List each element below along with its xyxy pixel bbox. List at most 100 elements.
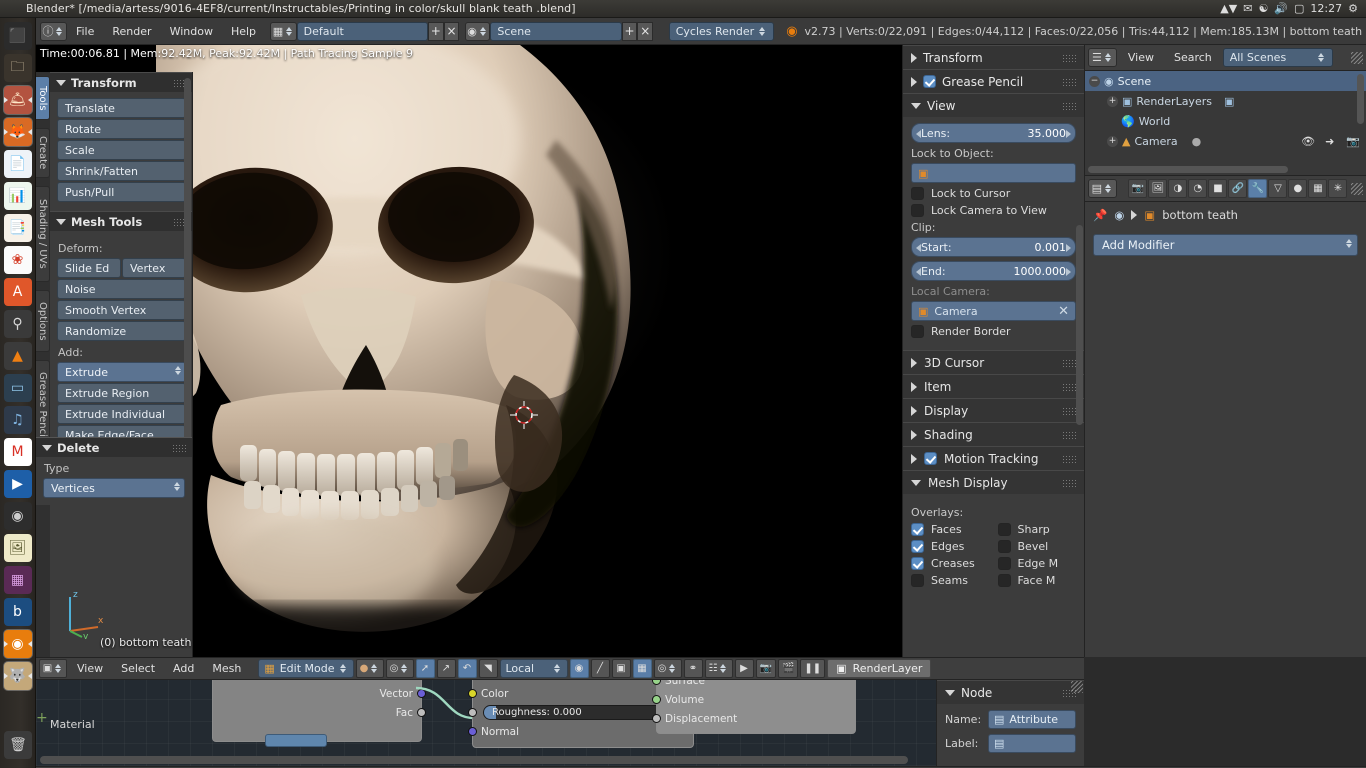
gmail-icon[interactable]: M	[3, 438, 32, 466]
manipulator-scale[interactable]: ◥	[478, 659, 498, 678]
tool-smooth-vertex[interactable]: Smooth Vertex	[57, 300, 186, 320]
tab-tools[interactable]: Tools	[36, 76, 50, 120]
tool-translate[interactable]: Translate	[57, 98, 186, 118]
outliner-display-mode[interactable]: All Scenes	[1222, 48, 1333, 67]
tool-slide-edge[interactable]: Slide Ed	[57, 258, 121, 278]
texture-node-field[interactable]	[265, 734, 327, 747]
overlay-checkbox-bevel[interactable]	[997, 540, 1011, 553]
usb-drive-icon[interactable]: ⚲	[3, 310, 32, 338]
tool-shrink-fatten[interactable]: Shrink/Fatten	[57, 161, 186, 181]
firefox-icon[interactable]: 🦊	[3, 118, 32, 146]
network-icon[interactable]: ▲▼	[1220, 2, 1237, 15]
limit-selection-visible[interactable]: ▦	[632, 659, 652, 678]
music-player-icon[interactable]: ♫	[3, 406, 32, 434]
add-scene-button[interactable]: +	[621, 21, 638, 41]
node-editor[interactable]: Material + Color Vector Fac	[36, 680, 1084, 766]
outliner-menu-search[interactable]: Search	[1165, 48, 1221, 67]
overlay-row-edges[interactable]: Edges	[911, 540, 990, 553]
node-section-header[interactable]: Node	[937, 680, 1084, 704]
section-transform[interactable]: Transform	[903, 45, 1084, 69]
data-tab[interactable]: ▽	[1268, 179, 1288, 198]
render-layer-selector[interactable]: ▣ RenderLayer	[827, 659, 932, 678]
overlay-checkbox-face-m[interactable]	[997, 574, 1011, 587]
render-border-checkbox[interactable]	[911, 325, 924, 338]
tab-create[interactable]: Create	[36, 128, 50, 178]
local-camera-field[interactable]: ▣ Camera ✕	[911, 301, 1076, 321]
clip-end-field[interactable]: End: 1000.000	[911, 261, 1076, 281]
pivot-point-dropdown[interactable]: ◎	[385, 659, 414, 678]
trash-icon[interactable]: 🗑	[4, 731, 32, 759]
area-corner-grip[interactable]	[1351, 182, 1363, 195]
camera-render-icon[interactable]: 📷	[1346, 135, 1360, 148]
socket-volume-input[interactable]	[652, 695, 661, 704]
delete-type-dropdown[interactable]: Vertices	[43, 478, 185, 498]
overlay-row-edge-m[interactable]: Edge M	[997, 557, 1077, 570]
modifiers-tab[interactable]: 🔧	[1248, 179, 1268, 198]
constraints-tab[interactable]: 🔗	[1228, 179, 1248, 198]
overlay-row-faces[interactable]: Faces	[911, 523, 990, 536]
manipulator-translate[interactable]: ↗	[436, 659, 456, 678]
output-node-input-volume[interactable]: Volume	[652, 690, 855, 709]
outliner-row-scene[interactable]: − ◉ Scene	[1085, 71, 1366, 91]
socket-color-input[interactable]	[468, 689, 477, 698]
libreoffice-writer-icon[interactable]: 📄	[3, 150, 32, 178]
overlay-checkbox-sharp[interactable]	[997, 523, 1011, 536]
opengl-render-animation[interactable]: 🎬	[777, 659, 799, 678]
media-play-icon[interactable]: ▶	[3, 470, 32, 498]
menu-file[interactable]: File	[67, 22, 103, 41]
clip-start-field[interactable]: Start: 0.001	[911, 237, 1076, 257]
viewport-menu-view[interactable]: View	[69, 659, 111, 678]
output-node-input-surface[interactable]: Surface	[652, 680, 855, 690]
eye-icon[interactable]: 👁	[1301, 135, 1315, 148]
section-display[interactable]: Display	[903, 398, 1084, 422]
output-node-input-displacement[interactable]: Displacement	[652, 709, 855, 728]
delete-scene-button[interactable]: ×	[637, 21, 654, 41]
scene-dropdown[interactable]: Scene	[490, 21, 622, 41]
section-mesh-display[interactable]: Mesh Display	[903, 470, 1084, 494]
overlay-checkbox-seams[interactable]	[911, 574, 924, 587]
node-add-plus-icon[interactable]: +	[36, 710, 48, 726]
manipulator-toggle[interactable]: ➚	[415, 659, 435, 678]
node-editor-horizontal-scrollbar[interactable]	[40, 756, 908, 764]
bluetooth-icon[interactable]: ☯	[1258, 2, 1268, 15]
section-grease-pencil[interactable]: Grease Pencil	[903, 69, 1084, 93]
overlay-row-face-m[interactable]: Face M	[997, 574, 1077, 587]
display-settings-icon[interactable]: ▭	[3, 374, 32, 402]
lens-field[interactable]: Lens: 35.000	[911, 123, 1076, 143]
motion-tracking-checkbox[interactable]	[924, 452, 937, 465]
properties-editor-type[interactable]: ▤	[1088, 179, 1117, 198]
node-name-field[interactable]: ▤ Attribute	[988, 710, 1076, 729]
outliner-row-world[interactable]: 🌎 World	[1085, 111, 1366, 131]
render-layers-tab[interactable]: 🖼	[1148, 179, 1168, 198]
section-view[interactable]: View	[903, 93, 1084, 117]
section-motion-tracking[interactable]: Motion Tracking	[903, 446, 1084, 470]
blender-icon[interactable]: ◉	[3, 630, 32, 658]
outliner-editor-type[interactable]: ☰	[1088, 48, 1117, 67]
transform-orientation-dropdown[interactable]: Local	[499, 659, 568, 678]
tab-shading-uvs[interactable]: Shading / UVs	[36, 186, 50, 282]
render-engine-dropdown[interactable]: Cycles Render	[668, 21, 775, 41]
tool-scale[interactable]: Scale	[57, 140, 186, 160]
menu-window[interactable]: Window	[161, 22, 222, 41]
viewport-menu-select[interactable]: Select	[113, 659, 163, 678]
tool-randomize[interactable]: Randomize	[57, 321, 186, 341]
scene-tab[interactable]: ◑	[1168, 179, 1188, 198]
3d-viewport[interactable]: Time:00:06.81 | Mem:92.42M, Peak:92.42M …	[36, 45, 902, 657]
overlay-row-sharp[interactable]: Sharp	[997, 523, 1077, 536]
overlay-checkbox-creases[interactable]	[911, 557, 924, 570]
libreoffice-impress-icon[interactable]: 📑	[3, 214, 32, 242]
chevron-right-icon[interactable]	[1066, 130, 1071, 138]
area-corner-grip[interactable]	[1071, 681, 1083, 693]
world-tab[interactable]: ◔	[1188, 179, 1208, 198]
output-node[interactable]: Surface Volume Displacement	[652, 680, 856, 734]
tool-extrude-region[interactable]: Extrude Region	[57, 383, 186, 403]
proportional-edit-dropdown[interactable]: ◎	[653, 659, 682, 678]
object-tab[interactable]: ■	[1208, 179, 1228, 198]
lock-camera-to-view-row[interactable]: Lock Camera to View	[911, 204, 1076, 217]
add-modifier-button[interactable]: Add Modifier	[1093, 234, 1358, 256]
render-tab[interactable]: 📷	[1128, 179, 1148, 198]
opengl-render-image[interactable]: 📷	[755, 659, 776, 678]
tab-options[interactable]: Options	[36, 290, 50, 352]
outliner-menu-view[interactable]: View	[1119, 48, 1163, 67]
overlay-checkbox-edges[interactable]	[911, 540, 924, 553]
